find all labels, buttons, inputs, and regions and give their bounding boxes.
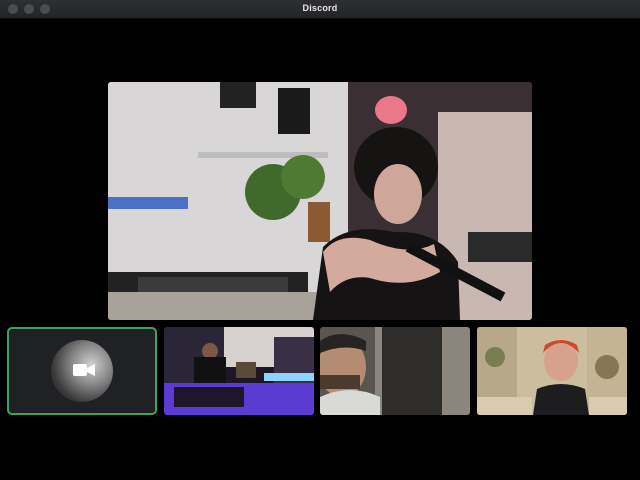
participant-video-frame	[164, 327, 314, 415]
participant-video-tile[interactable]	[164, 327, 314, 415]
participant-video-frame	[477, 327, 627, 415]
self-avatar	[51, 340, 113, 402]
voice-call-stage	[0, 19, 640, 480]
window-titlebar: Discord	[0, 0, 640, 19]
video-camera-icon	[73, 364, 95, 376]
participant-video-tile[interactable]	[477, 327, 627, 415]
self-video-tile[interactable]	[7, 327, 157, 415]
main-video-frame	[108, 82, 532, 320]
participant-video-frame	[320, 327, 470, 415]
participant-video-tile[interactable]	[320, 327, 470, 415]
main-video-stream[interactable]	[108, 82, 532, 320]
window-title: Discord	[302, 3, 338, 13]
